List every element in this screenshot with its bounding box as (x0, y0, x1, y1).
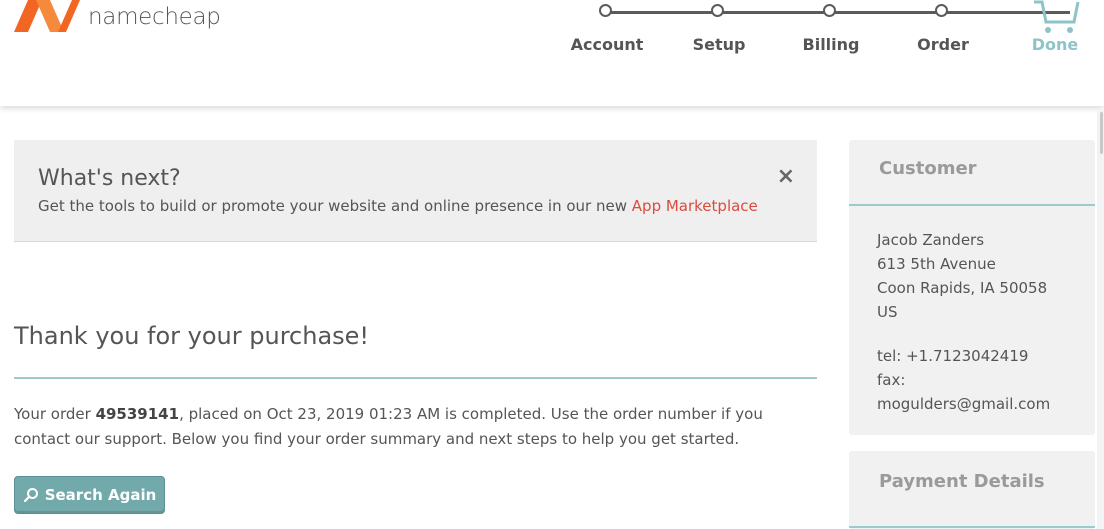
customer-city: Coon Rapids, IA 50058 (877, 279, 1048, 297)
step-setup: Setup (692, 35, 746, 54)
customer-panel: Customer Jacob Zanders 613 5th Avenue Co… (849, 140, 1095, 435)
customer-name: Jacob Zanders (877, 231, 985, 249)
page-title: Thank you for your purchase! (14, 322, 370, 350)
customer-fax: fax: (877, 371, 906, 389)
customer-heading: Customer (849, 140, 1095, 206)
whats-next-title: What's next? (38, 166, 181, 191)
step-dot-account (599, 4, 612, 17)
customer-email: mogulders@gmail.com (877, 395, 1051, 413)
order-number: 49539141 (95, 405, 180, 423)
customer-country: US (877, 303, 898, 321)
namecheap-logo-icon[interactable] (14, 0, 80, 32)
cart-icon (1034, 0, 1080, 33)
step-billing: Billing (802, 35, 860, 54)
search-again-button[interactable]: Search Again (14, 476, 165, 514)
order-prefix: Your order (14, 405, 96, 423)
payment-heading: Payment Details (849, 451, 1095, 528)
search-icon (23, 488, 38, 503)
whats-next-text: Get the tools to build or promote your w… (38, 197, 758, 215)
progress-line (606, 11, 1070, 14)
page-scrollbar[interactable] (1097, 110, 1104, 529)
order-summary-text: Your order 49539141, placed on Oct 23, 2… (14, 402, 814, 452)
whats-next-banner: What's next? Get the tools to build or p… (14, 140, 817, 242)
customer-details: Jacob Zanders 613 5th Avenue Coon Rapids… (849, 206, 1095, 416)
brand-name: namecheap (88, 4, 221, 30)
step-dot-order (935, 4, 948, 17)
step-done: Done (1031, 35, 1079, 54)
scrollbar-thumb[interactable] (1100, 112, 1103, 154)
step-order: Order (917, 35, 969, 54)
step-dot-billing (823, 4, 836, 17)
app-marketplace-link[interactable]: App Marketplace (632, 197, 758, 215)
whats-next-description: Get the tools to build or promote your w… (38, 197, 632, 215)
divider (14, 377, 817, 379)
search-again-label: Search Again (44, 486, 157, 504)
close-icon[interactable]: × (777, 164, 795, 189)
customer-tel: tel: +1.7123042419 (877, 347, 1029, 365)
checkout-header: namecheap Account Setup Billing Order Do… (0, 0, 1104, 106)
step-dot-setup (711, 4, 724, 17)
step-account: Account (570, 35, 644, 54)
customer-street: 613 5th Avenue (877, 255, 996, 273)
payment-panel: Payment Details (849, 451, 1095, 529)
